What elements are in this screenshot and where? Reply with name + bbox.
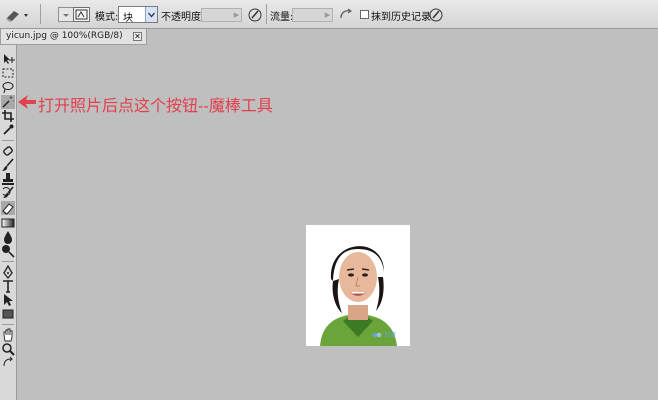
- watermark-text: 百度: [384, 332, 397, 339]
- lasso-icon[interactable]: [1, 80, 15, 94]
- dodge-icon[interactable]: [1, 244, 15, 258]
- separator: [2, 261, 14, 262]
- document-tab-title: yicun.jpg @ 100%(RGB/8): [6, 31, 123, 41]
- swap-colors-icon[interactable]: [1, 356, 15, 370]
- path-selection-icon[interactable]: [1, 293, 15, 307]
- chevron-down-icon: [145, 7, 157, 22]
- instruction-annotation: 打开照片后点这个按钮--魔棒工具: [38, 96, 273, 115]
- flow-field[interactable]: ▶: [292, 8, 333, 22]
- pen-pressure-icon: [248, 8, 262, 22]
- pointer-arrow-icon: [18, 95, 36, 109]
- gradient-icon[interactable]: [1, 216, 15, 230]
- magic-wand-icon[interactable]: [1, 95, 15, 109]
- eyedropper-icon[interactable]: [1, 123, 15, 137]
- separator: [266, 4, 267, 24]
- rectangle-shape-icon[interactable]: [1, 307, 15, 321]
- zoom-icon[interactable]: [1, 342, 15, 356]
- flow-label: 流量:: [270, 12, 294, 23]
- portrait-photo-image: [306, 225, 410, 346]
- chevron-right-icon: ▶: [324, 11, 331, 19]
- erase-to-history-label: 抹到历史记录: [371, 12, 431, 23]
- document-tab[interactable]: yicun.jpg @ 100%(RGB/8) ✕: [0, 29, 147, 45]
- erase-to-history-checkbox[interactable]: [360, 10, 369, 19]
- opacity-field[interactable]: ▶: [201, 8, 242, 22]
- tools-panel: [0, 45, 17, 400]
- blur-icon[interactable]: [1, 230, 15, 244]
- healing-brush-icon[interactable]: [1, 144, 15, 158]
- pen-pressure-icon: [429, 8, 443, 22]
- brush-panel-icon: [75, 9, 88, 20]
- separator: [2, 140, 14, 141]
- tablet-pressure-size-button[interactable]: [428, 6, 444, 23]
- hand-icon[interactable]: [1, 328, 15, 342]
- options-bar: 模式: 块 不透明度: ▶ 流量: ▶ 抹到历史记录: [0, 0, 658, 29]
- move-tool-icon[interactable]: [1, 52, 15, 66]
- history-brush-icon[interactable]: [1, 186, 15, 200]
- brush-panel-toggle-button[interactable]: [73, 7, 90, 22]
- crop-icon[interactable]: [1, 109, 15, 123]
- separator: [40, 4, 41, 24]
- mode-label: 模式:: [95, 12, 119, 23]
- mode-select[interactable]: 块: [118, 6, 158, 24]
- rectangular-marquee-icon[interactable]: [1, 66, 15, 80]
- airbrush-icon: [340, 8, 353, 19]
- pen-icon[interactable]: [1, 265, 15, 279]
- separator: [2, 324, 14, 325]
- mode-value: 块: [123, 13, 133, 24]
- brush-icon[interactable]: [1, 158, 15, 172]
- document-canvas-photo[interactable]: [306, 225, 410, 346]
- tablet-pressure-opacity-button[interactable]: [247, 6, 263, 23]
- type-icon[interactable]: [1, 279, 15, 293]
- eraser-icon[interactable]: [1, 201, 15, 215]
- eraser-tool-preset-picker[interactable]: [4, 6, 30, 23]
- opacity-label: 不透明度:: [161, 12, 205, 23]
- eraser-icon: [6, 11, 28, 22]
- close-icon[interactable]: ✕: [133, 32, 142, 41]
- airbrush-button[interactable]: [338, 6, 354, 23]
- clone-stamp-icon[interactable]: [1, 172, 15, 186]
- chevron-right-icon: ▶: [233, 11, 240, 19]
- watermark-logo-icon: [372, 332, 382, 338]
